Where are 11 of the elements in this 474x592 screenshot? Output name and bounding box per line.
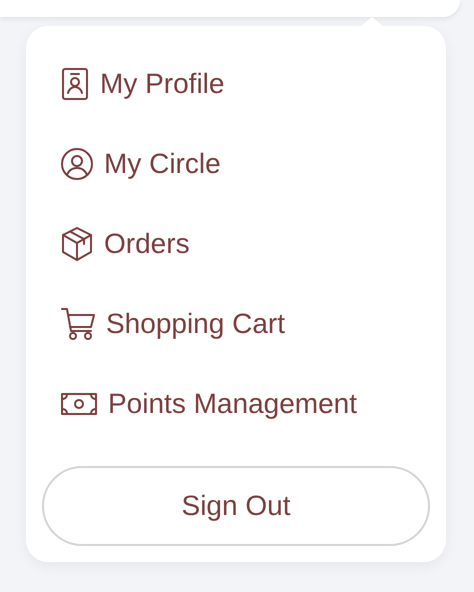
box-icon xyxy=(60,226,94,262)
menu-item[interactable]: Shopping Cart xyxy=(42,284,286,364)
cart-icon xyxy=(60,307,96,341)
menu-item[interactable]: Orders xyxy=(42,204,190,284)
sign-out-button[interactable]: Sign Out xyxy=(42,466,430,546)
menu-item[interactable]: My Profile xyxy=(42,44,224,124)
user-circle-icon xyxy=(60,147,94,181)
menu-item[interactable]: Points Management xyxy=(42,364,358,444)
id-card-icon xyxy=(60,67,90,101)
menu-item[interactable]: My Circle xyxy=(42,124,221,204)
banknote-icon xyxy=(60,392,98,416)
